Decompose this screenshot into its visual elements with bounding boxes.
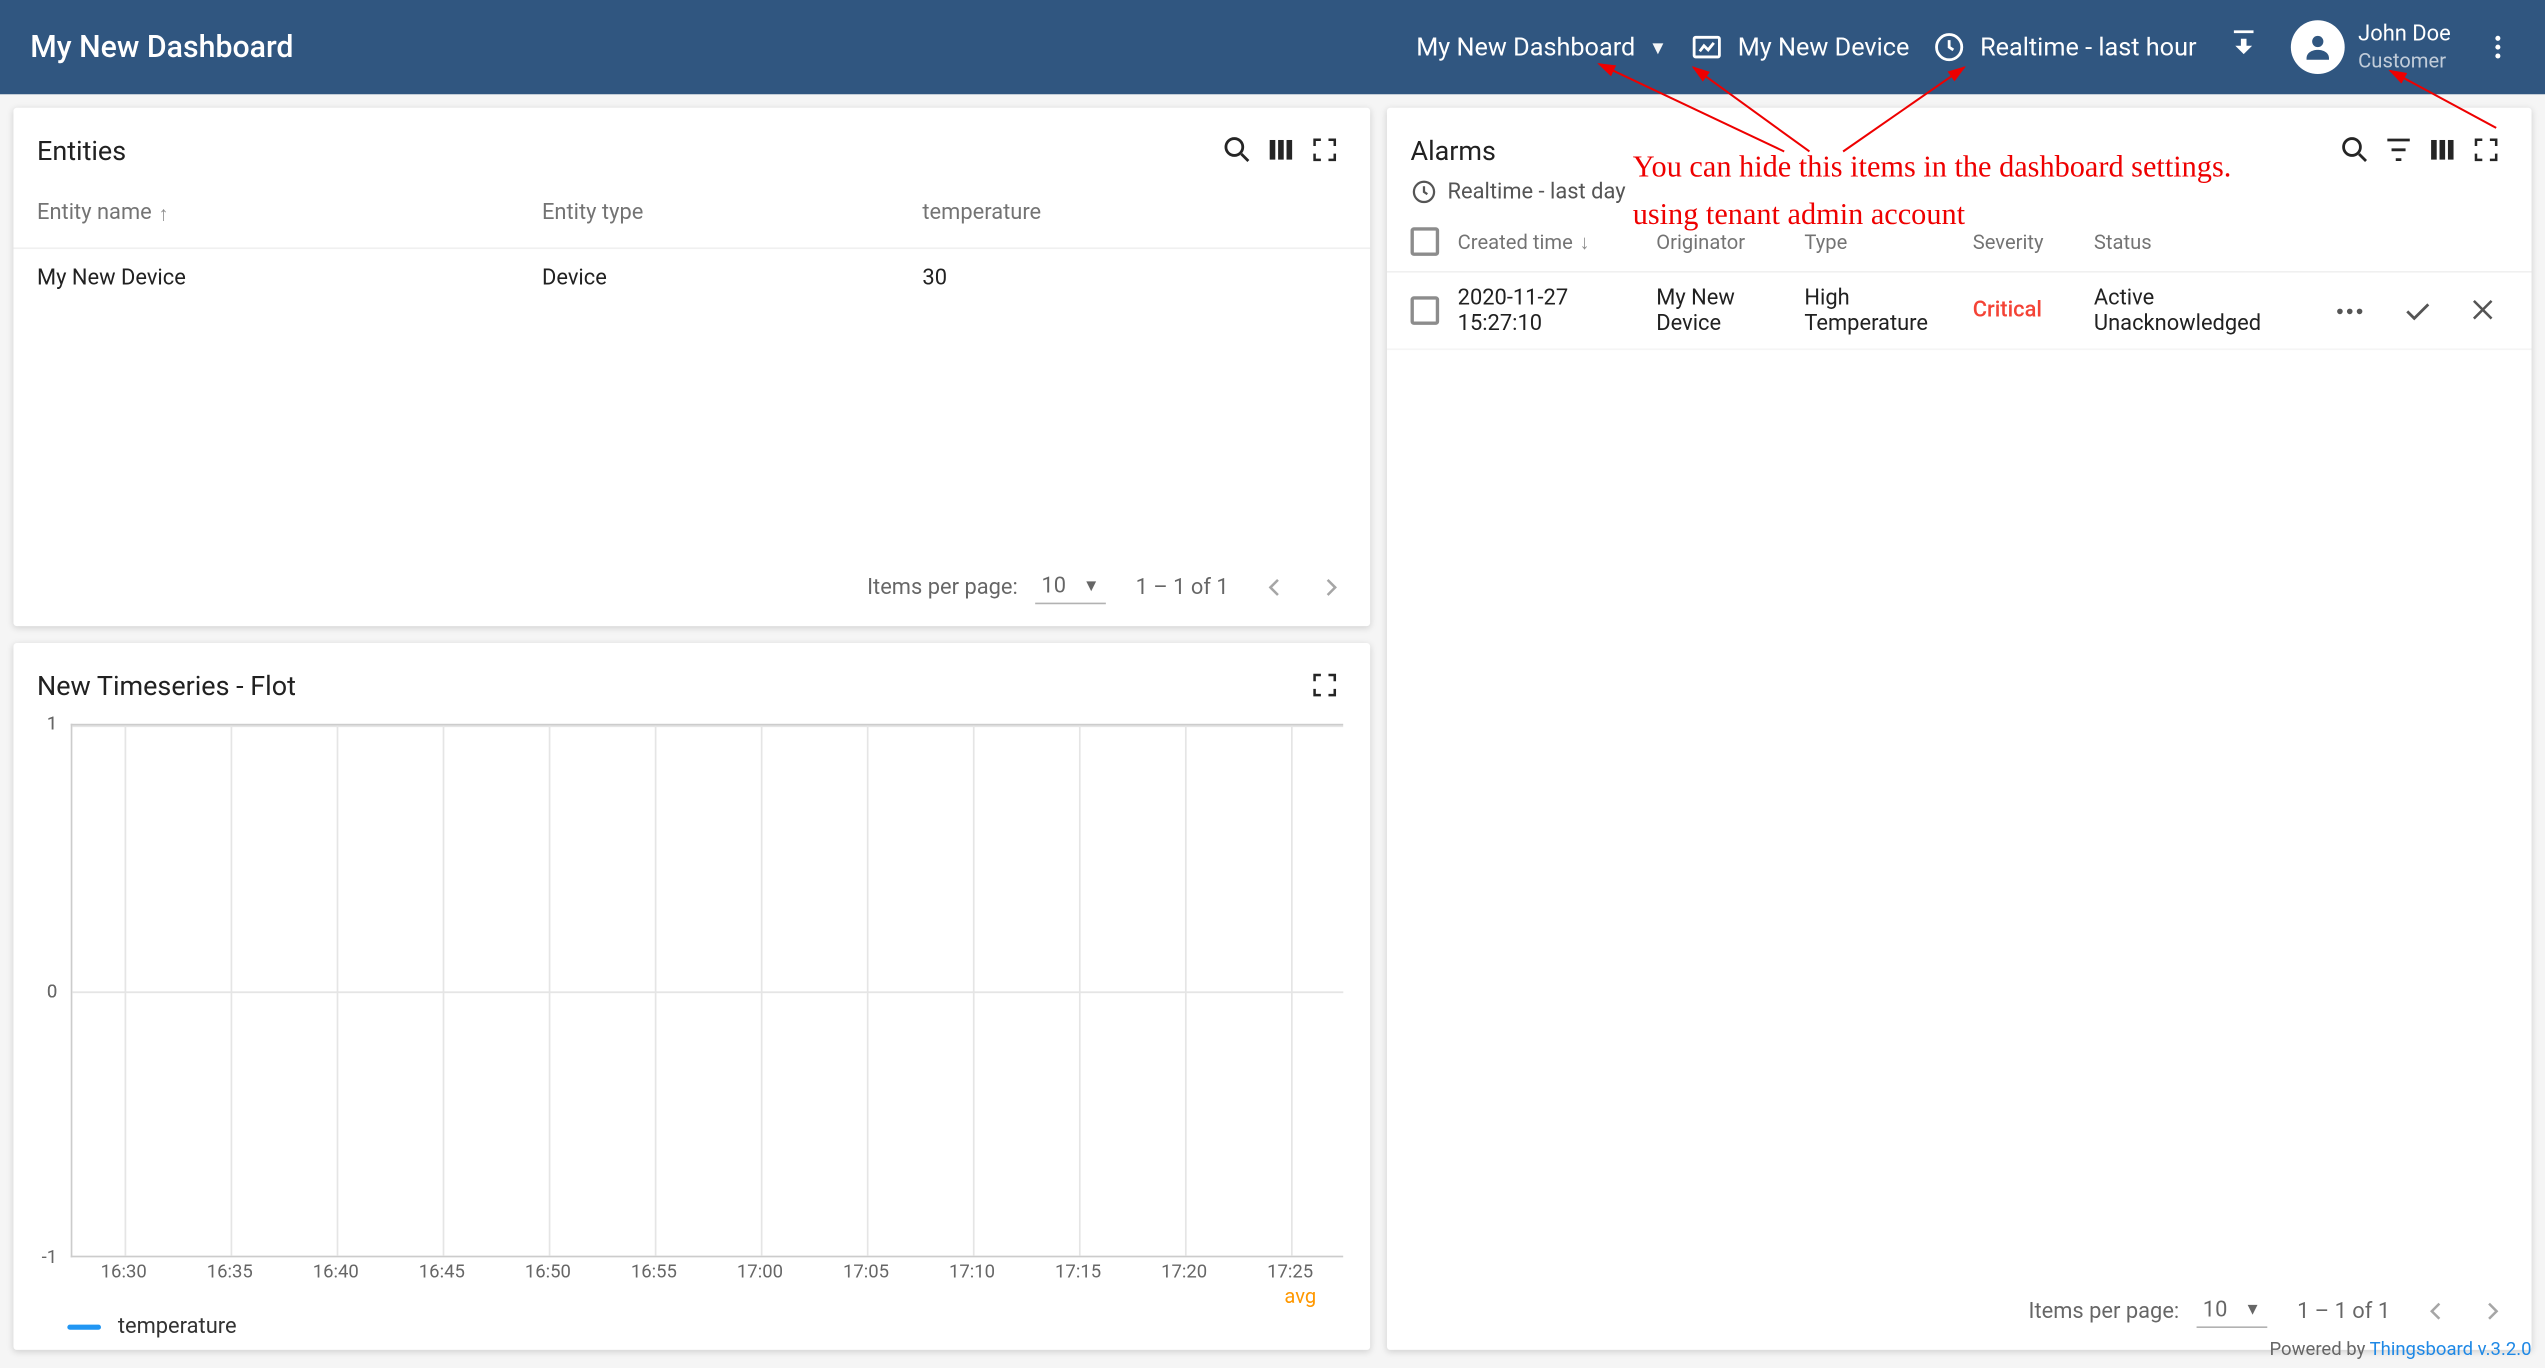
col-entity-name[interactable]: Entity name ↑ <box>37 200 542 225</box>
page-size-select[interactable]: 10 ▼ <box>2196 1294 2267 1328</box>
cell-type: High Temperature <box>1804 285 1972 335</box>
widget-alarms: Alarms <box>1387 108 2532 1350</box>
widget-entities: Entities Entity name ↑ <box>13 108 1370 626</box>
col-status[interactable]: Status <box>2094 230 2309 254</box>
fullscreen-button[interactable] <box>2464 128 2508 172</box>
product-link[interactable]: Thingsboard v.3.2.0 <box>2370 1338 2532 1360</box>
cell-entity-type: Device <box>542 265 922 290</box>
items-per-page-label: Items per page: <box>867 575 1018 600</box>
dashboard-select[interactable]: My New Dashboard ▼ <box>1416 32 1667 62</box>
table-row[interactable]: 2020-11-27 15:27:10 My New Device High T… <box>1387 273 2532 350</box>
x-tick-label: 16:30 <box>101 1261 147 1283</box>
avatar-icon <box>2291 20 2345 74</box>
timewindow-select[interactable]: Realtime - last hour <box>1933 30 2197 64</box>
entities-header-row: Entity name ↑ Entity type temperature <box>13 178 1370 249</box>
chart-legend: temperature <box>40 1308 1343 1350</box>
sort-asc-icon: ↑ <box>158 201 168 225</box>
x-tick-label: 17:20 <box>1161 1261 1207 1283</box>
page-range: 1 – 1 of 1 <box>2297 1299 2390 1324</box>
more-menu-button[interactable] <box>2474 24 2521 71</box>
widget-timeseries: New Timeseries - Flot -10011 16:3016:351… <box>13 643 1370 1350</box>
caret-down-icon: ▼ <box>1083 577 1100 596</box>
col-severity[interactable]: Severity <box>1973 230 2094 254</box>
export-button[interactable] <box>2220 24 2267 71</box>
alarms-header-row: Created time ↓ Originator Type Severity … <box>1387 212 2532 273</box>
items-per-page-label: Items per page: <box>2028 1299 2179 1324</box>
columns-button[interactable] <box>1259 128 1303 172</box>
x-tick-label: 17:10 <box>949 1261 995 1283</box>
entities-paginator: Items per page: 10 ▼ 1 – 1 of 1 <box>13 549 1370 626</box>
columns-button[interactable] <box>2420 128 2464 172</box>
sort-desc-icon: ↓ <box>1580 230 1590 254</box>
search-button[interactable] <box>1215 128 1259 172</box>
legend-label: temperature <box>118 1315 237 1340</box>
alarms-title: Alarms <box>1411 134 1496 166</box>
cell-status: Active Unacknowledged <box>2094 285 2309 335</box>
alarms-timewindow[interactable]: Realtime - last day <box>1387 178 2532 212</box>
y-tick-label: 1 <box>47 713 57 735</box>
prev-page-button[interactable] <box>1259 572 1289 602</box>
col-entity-type[interactable]: Entity type <box>542 200 922 225</box>
col-alarm-type[interactable]: Type <box>1804 230 1972 254</box>
fullscreen-button[interactable] <box>1303 663 1347 707</box>
next-page-button[interactable] <box>1316 572 1346 602</box>
x-tick-label: 16:45 <box>419 1261 465 1283</box>
caret-down-icon: ▼ <box>1649 36 1667 58</box>
clock-icon <box>1411 178 1438 205</box>
col-originator[interactable]: Originator <box>1656 230 1804 254</box>
device-select-label: My New Device <box>1738 32 1910 62</box>
select-all-checkbox[interactable] <box>1411 227 1458 256</box>
x-tick-label: 17:15 <box>1055 1261 1101 1283</box>
page-range: 1 – 1 of 1 <box>1136 575 1229 600</box>
y-tick-label: -1 <box>42 1246 58 1268</box>
ack-icon[interactable] <box>2400 294 2434 328</box>
x-tick-label: 16:50 <box>525 1261 571 1283</box>
chart-title: New Timeseries - Flot <box>37 669 296 701</box>
device-select[interactable]: My New Device <box>1691 30 1910 64</box>
dashboard-select-label: My New Dashboard <box>1416 32 1635 62</box>
fullscreen-button[interactable] <box>1303 128 1347 172</box>
page-size-select[interactable]: 10 ▼ <box>1035 571 1106 605</box>
chart-agg-label: avg <box>40 1284 1343 1308</box>
x-tick-label: 17:00 <box>737 1261 783 1283</box>
filter-button[interactable] <box>2377 128 2421 172</box>
entities-title: Entities <box>37 134 126 166</box>
page-title: My New Dashboard <box>30 29 293 64</box>
prev-page-button[interactable] <box>2420 1296 2450 1326</box>
user-menu[interactable]: John Doe Customer <box>2291 20 2451 74</box>
clear-icon[interactable] <box>2468 294 2498 328</box>
device-icon <box>1691 30 1725 64</box>
cell-originator: My New Device <box>1656 285 1804 335</box>
x-tick-label: 17:25 <box>1267 1261 1313 1283</box>
x-tick-label: 17:05 <box>843 1261 889 1283</box>
table-row[interactable]: My New Device Device 30 <box>13 249 1370 306</box>
chart-plot-area[interactable] <box>71 724 1343 1258</box>
caret-down-icon: ▼ <box>2244 1301 2261 1320</box>
app-toolbar: My New Dashboard My New Dashboard ▼ My N… <box>0 0 2545 94</box>
footer: Powered by Thingsboard v.3.2.0 <box>2269 1338 2531 1360</box>
cell-severity: Critical <box>1973 298 2094 323</box>
legend-swatch <box>67 1325 101 1330</box>
y-tick-label: 0 <box>47 980 57 1002</box>
next-page-button[interactable] <box>2478 1296 2508 1326</box>
user-role: Customer <box>2358 48 2451 72</box>
x-tick-label: 16:40 <box>313 1261 359 1283</box>
x-tick-label: 16:55 <box>631 1261 677 1283</box>
cell-entity-name: My New Device <box>37 265 542 290</box>
clock-icon <box>1933 30 1967 64</box>
col-temperature[interactable]: temperature <box>922 200 1346 225</box>
cell-created: 2020-11-27 15:27:10 <box>1458 285 1657 335</box>
col-created-time[interactable]: Created time ↓ <box>1458 230 1657 254</box>
row-checkbox[interactable] <box>1411 296 1458 325</box>
timewindow-label: Realtime - last hour <box>1980 32 2196 62</box>
more-icon[interactable] <box>2333 294 2367 328</box>
search-button[interactable] <box>2333 128 2377 172</box>
x-tick-label: 16:35 <box>207 1261 253 1283</box>
cell-temperature: 30 <box>922 265 1346 290</box>
user-name: John Doe <box>2358 22 2451 48</box>
